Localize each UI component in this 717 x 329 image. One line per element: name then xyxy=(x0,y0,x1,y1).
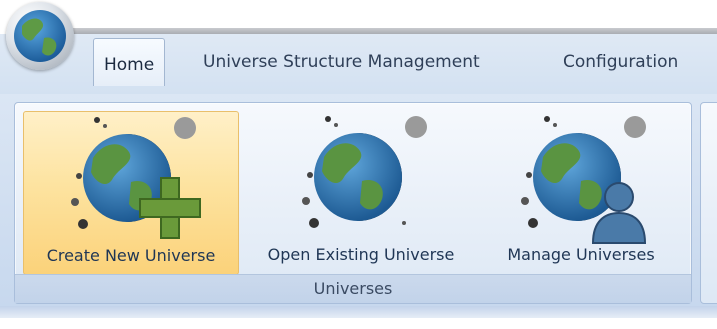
create-new-universe-button[interactable]: Create New Universe xyxy=(23,111,239,275)
open-existing-universe-button[interactable]: Open Existing Universe xyxy=(243,111,479,275)
create-new-universe-label: Create New Universe xyxy=(46,246,216,265)
globe-user-icon xyxy=(521,116,647,244)
manage-universes-label: Manage Universes xyxy=(507,245,655,264)
title-bar xyxy=(0,0,717,36)
ribbon-group-label: Universes xyxy=(15,274,691,303)
globe-plus-icon xyxy=(71,117,201,239)
ribbon-group-universes: Create New Universe Open Existing Univer… xyxy=(14,102,692,304)
app-menu-orb[interactable] xyxy=(6,2,74,70)
ribbon-bottom-edge xyxy=(0,306,717,329)
ribbon-panel: Create New Universe Open Existing Univer… xyxy=(0,94,717,306)
app-window: Home Universe Structure Management Confi… xyxy=(0,0,717,329)
open-existing-universe-label: Open Existing Universe xyxy=(267,245,455,264)
tab-home[interactable]: Home xyxy=(93,38,166,86)
manage-universes-button[interactable]: Manage Universes xyxy=(483,111,679,275)
ribbon-group-next xyxy=(700,102,717,304)
ribbon-tab-strip: Home Universe Structure Management Confi… xyxy=(0,34,717,95)
globe-icon xyxy=(14,10,66,62)
globe-icon xyxy=(302,116,427,228)
ribbon-shadow xyxy=(0,306,717,318)
tab-universe-structure-management[interactable]: Universe Structure Management xyxy=(193,46,490,79)
tab-configuration[interactable]: Configuration xyxy=(553,46,688,79)
